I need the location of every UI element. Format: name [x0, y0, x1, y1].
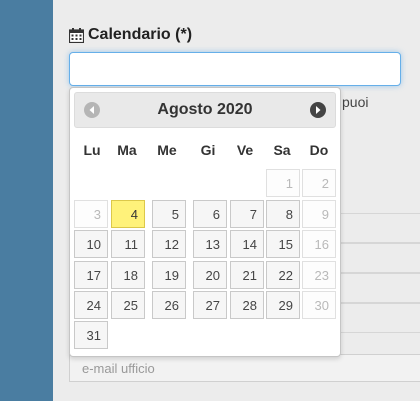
day-cell: 3 [74, 200, 108, 228]
day-cell[interactable]: 15 [266, 230, 300, 258]
day-cell[interactable]: 5 [152, 200, 186, 228]
calendar-field-label: Calendario (*) [69, 26, 192, 44]
day-cell[interactable]: 25 [111, 291, 145, 319]
weekday-label: Me [157, 142, 177, 158]
chevron-right-icon[interactable] [310, 102, 326, 118]
weekday-label: Gi [200, 142, 216, 158]
day-cell: 9 [302, 200, 336, 228]
day-cell[interactable]: 28 [230, 291, 264, 319]
day-cell[interactable]: 14 [230, 230, 264, 258]
day-cell[interactable]: 24 [74, 291, 108, 319]
calendar-icon [69, 27, 84, 43]
datepicker-header: Agosto 2020 [74, 92, 336, 128]
sidebar [0, 0, 53, 401]
day-cell: 2 [302, 169, 336, 197]
day-cell[interactable]: 11 [111, 230, 145, 258]
day-cell: 1 [266, 169, 300, 197]
day-cell: 16 [302, 230, 336, 258]
day-cell[interactable]: 27 [193, 291, 227, 319]
day-cell[interactable]: 7 [230, 200, 264, 228]
day-cell[interactable]: 26 [152, 291, 186, 319]
day-cell[interactable]: 21 [230, 261, 264, 289]
day-cell: 30 [302, 291, 336, 319]
day-cell[interactable]: 31 [74, 321, 108, 349]
calendar-label-text: Calendario (*) [88, 26, 193, 43]
weekday-label: Ma [117, 142, 137, 158]
help-text: puoi [342, 94, 369, 110]
day-cell[interactable]: 8 [266, 200, 300, 228]
day-cell[interactable]: 17 [74, 261, 108, 289]
day-cell[interactable]: 19 [152, 261, 186, 289]
day-cell: 23 [302, 261, 336, 289]
date-input[interactable] [69, 52, 401, 86]
datepicker-title: Agosto 2020 [157, 101, 253, 118]
weekday-label: Ve [236, 142, 254, 158]
weekday-label: Lu [83, 142, 101, 158]
email-placeholder: e-mail ufficio [82, 361, 155, 376]
day-cell[interactable]: 6 [193, 200, 227, 228]
office-email-field[interactable]: e-mail ufficio [69, 354, 420, 382]
day-cell[interactable]: 10 [74, 230, 108, 258]
day-cell[interactable]: 29 [266, 291, 300, 319]
datepicker-popup: Agosto 2020 Lu Ma Me Gi Ve Sa Do 1 2 3 4 5 6 7 8 9 10 11… [69, 87, 341, 357]
day-cell[interactable]: 13 [193, 230, 227, 258]
day-cell[interactable]: 12 [152, 230, 186, 258]
day-cell-today[interactable]: 4 [111, 200, 145, 228]
day-cell[interactable]: 18 [111, 261, 145, 289]
day-cell[interactable]: 22 [266, 261, 300, 289]
weekday-label: Do [309, 142, 329, 158]
day-cell[interactable]: 20 [193, 261, 227, 289]
weekday-label: Sa [273, 142, 291, 158]
